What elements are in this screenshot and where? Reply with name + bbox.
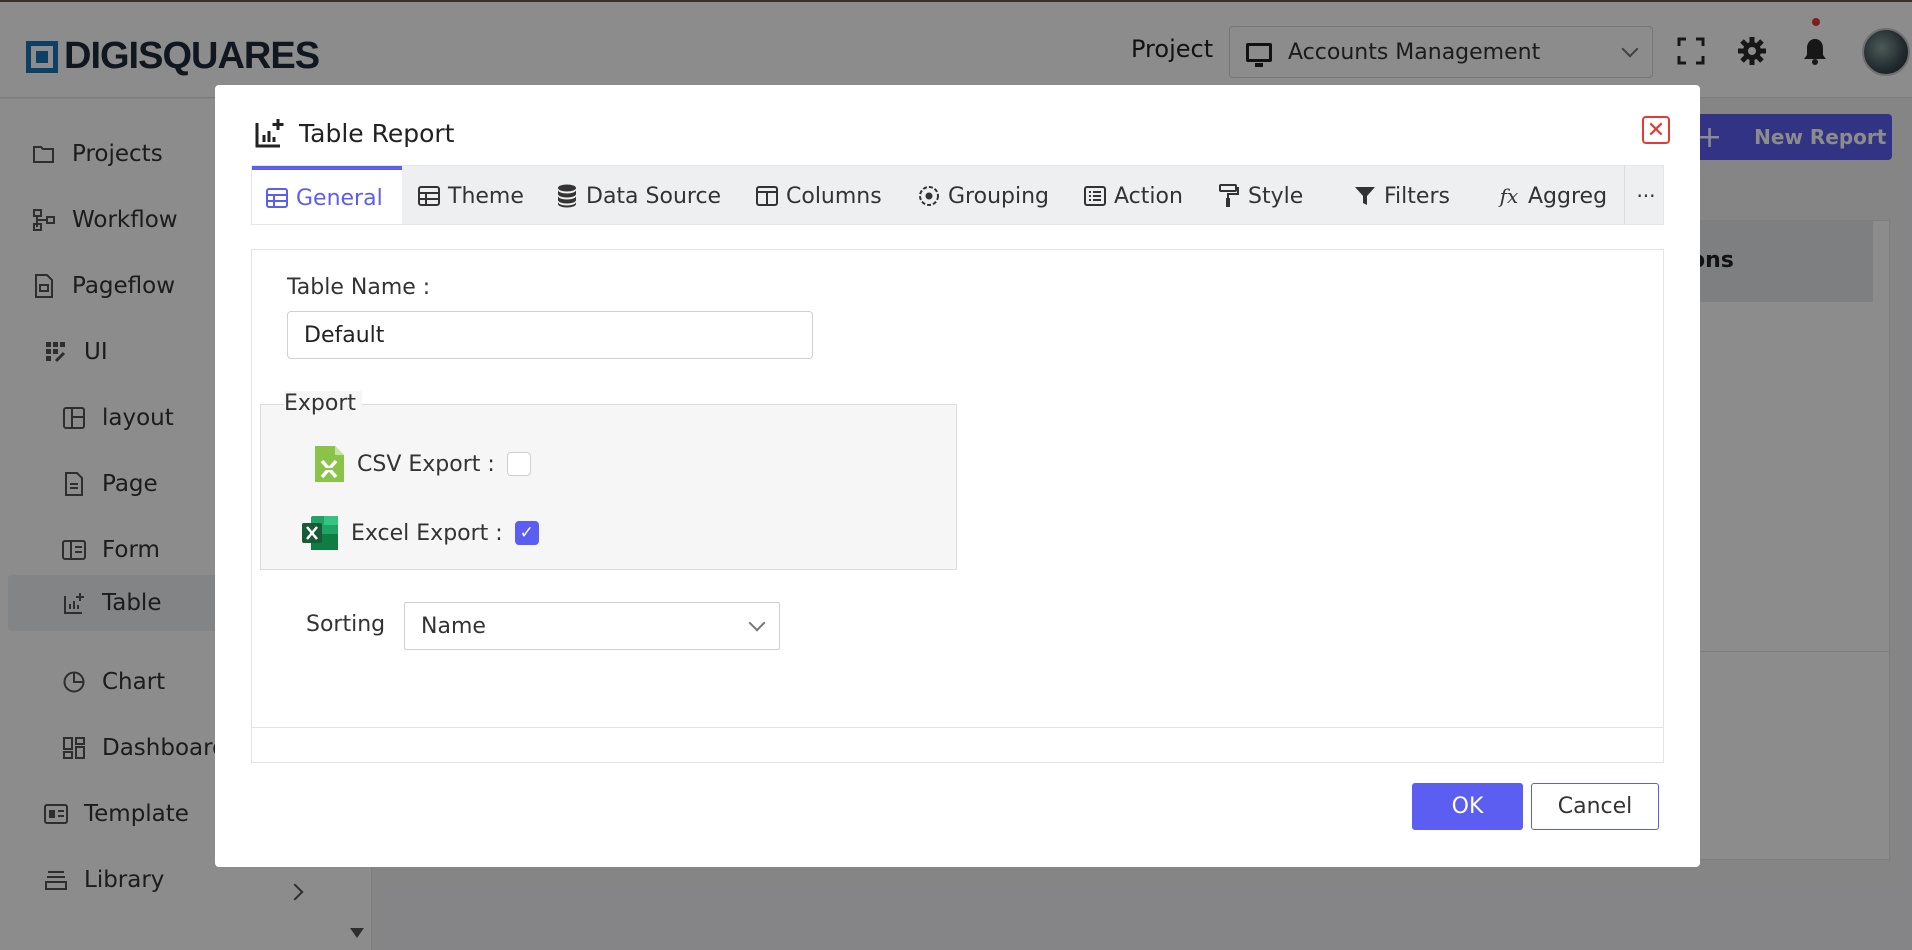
table-name-input[interactable] [287,311,813,359]
modal-title-text: Table Report [299,118,455,148]
tab-label: Aggreg [1528,183,1608,209]
filter-icon [1354,185,1376,207]
tab-columns[interactable]: Columns [756,166,882,224]
divider [252,727,1663,728]
tab-grouping[interactable]: Grouping [918,166,1049,224]
grouping-icon [918,185,940,207]
csv-export-row: CSV Export : [313,445,531,483]
columns-icon [756,185,778,207]
table-name-label: Table Name : [287,275,431,300]
general-panel: Table Name : Export CSV Export : Excel E… [251,249,1664,763]
tab-filters[interactable]: Filters [1354,166,1450,224]
chevron-down-icon [748,614,766,632]
table-icon [266,187,288,209]
more-tabs-button[interactable]: ··· [1628,166,1663,224]
sorting-select[interactable]: Name [404,602,780,650]
export-legend: Export [284,391,363,416]
tab-label: Action [1114,183,1183,209]
close-icon: ✕ [1646,117,1666,142]
tab-label: Columns [786,183,882,209]
excel-export-label: Excel Export : [351,520,503,546]
paint-roller-icon [1218,184,1240,207]
csv-file-icon [313,445,345,483]
tab-label: General [296,185,383,211]
table-report-modal: Table Report ✕ General Theme Data Source… [215,85,1700,867]
csv-export-label: CSV Export : [357,451,495,477]
list-icon [1084,185,1106,207]
database-icon [556,184,578,208]
excel-file-icon [301,515,339,551]
modal-title: Table Report [255,118,454,148]
sorting-label: Sorting [306,612,386,637]
tab-general[interactable]: General [252,166,402,224]
table-icon [418,185,440,207]
export-fieldset: Export CSV Export : Excel Export : ✓ [260,391,957,570]
sorting-select-value: Name [421,613,486,639]
check-icon: ✓ [519,523,534,543]
close-button[interactable]: ✕ [1642,116,1670,144]
tab-label: Theme [448,183,524,209]
tab-label: Data Source [586,183,722,209]
tab-data-source[interactable]: Data Source [556,166,722,224]
tab-style[interactable]: Style [1218,166,1304,224]
tab-bar: General Theme Data Source Columns Groupi… [251,165,1664,225]
tab-theme[interactable]: Theme [418,166,524,224]
more-icon: ··· [1636,184,1656,208]
table-chart-icon [255,118,285,148]
tab-label: Style [1248,183,1304,209]
excel-export-checkbox[interactable]: ✓ [514,521,539,545]
tab-aggregation[interactable]: fx Aggreg [1498,166,1608,224]
ok-button[interactable]: OK [1412,783,1523,830]
tab-label: Filters [1384,183,1450,209]
cancel-button[interactable]: Cancel [1531,783,1659,830]
tab-label: Grouping [948,183,1049,209]
csv-export-checkbox[interactable] [506,452,531,476]
function-icon: fx [1499,184,1519,208]
tab-action[interactable]: Action [1084,166,1183,224]
excel-export-row: Excel Export : ✓ [301,515,539,551]
divider [1624,166,1625,224]
